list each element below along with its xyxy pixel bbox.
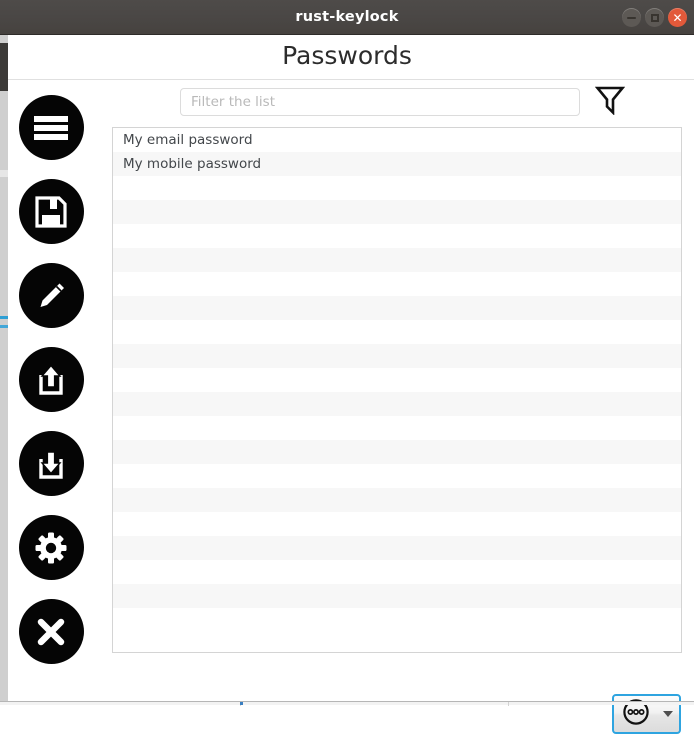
list-row-empty [113, 512, 681, 536]
sidebar-item-main-menu[interactable] [18, 95, 84, 160]
list-row-empty [113, 200, 681, 224]
close-button[interactable]: ✕ [668, 8, 687, 27]
app-content: Passwords Filter the list My email passw… [0, 35, 694, 734]
gutter-light-segment [0, 170, 8, 177]
title-divider [8, 79, 694, 80]
list-item[interactable]: My mobile password [113, 152, 681, 176]
pencil-edit-icon [35, 280, 67, 312]
page-title: Passwords [282, 41, 412, 70]
list-row-empty [113, 344, 681, 368]
password-list[interactable]: My email password My mobile password [112, 127, 682, 653]
gutter-highlight-tick [0, 325, 8, 328]
minimize-button[interactable] [622, 8, 641, 27]
list-row-empty [113, 488, 681, 512]
export-upload-icon [35, 363, 67, 396]
list-row-empty [113, 536, 681, 560]
filter-button[interactable] [592, 83, 628, 121]
list-row-empty [113, 584, 681, 608]
list-item[interactable]: My email password [113, 128, 681, 152]
list-row-empty [113, 296, 681, 320]
left-gutter-scrollbar[interactable] [0, 35, 8, 701]
list-row-empty [113, 176, 681, 200]
funnel-icon [594, 85, 626, 119]
list-row-empty [113, 392, 681, 416]
save-floppy-icon [35, 195, 67, 228]
close-x-icon [36, 617, 66, 647]
list-row-empty [113, 608, 681, 632]
gutter-highlight-tick [0, 316, 8, 319]
sidebar-item-import[interactable] [18, 431, 84, 496]
maximize-icon [650, 13, 659, 22]
window-titlebar: rust-keylock ✕ [0, 0, 694, 35]
filter-input[interactable] [180, 88, 580, 116]
list-row-empty [113, 224, 681, 248]
more-actions-split-button[interactable] [612, 694, 681, 734]
list-row-empty [113, 320, 681, 344]
sidebar-item-settings[interactable] [18, 515, 84, 580]
sidebar-item-exit[interactable] [18, 599, 84, 664]
sidebar-item-edit[interactable] [18, 263, 84, 328]
list-row-empty [113, 560, 681, 584]
desktop-panel-strip [0, 701, 694, 706]
list-row-empty [113, 272, 681, 296]
list-row-empty [113, 440, 681, 464]
import-download-icon [35, 448, 67, 480]
list-row-empty [113, 464, 681, 488]
sidebar-item-export[interactable] [18, 347, 84, 412]
sidebar [12, 95, 90, 664]
sidebar-item-save[interactable] [18, 179, 84, 244]
list-row-empty [113, 248, 681, 272]
list-row-empty [113, 368, 681, 392]
window-controls: ✕ [622, 8, 687, 27]
more-actions-dropdown-toggle[interactable] [657, 711, 679, 717]
gear-settings-icon [35, 532, 67, 564]
panel-separator [508, 702, 509, 706]
chevron-down-icon [663, 711, 673, 717]
list-row-empty [113, 416, 681, 440]
minimize-icon [627, 16, 636, 19]
window-title: rust-keylock [295, 9, 399, 25]
close-icon: ✕ [672, 10, 683, 25]
filter-row [180, 86, 630, 120]
hamburger-menu-icon [34, 115, 68, 141]
maximize-button[interactable] [645, 8, 664, 27]
